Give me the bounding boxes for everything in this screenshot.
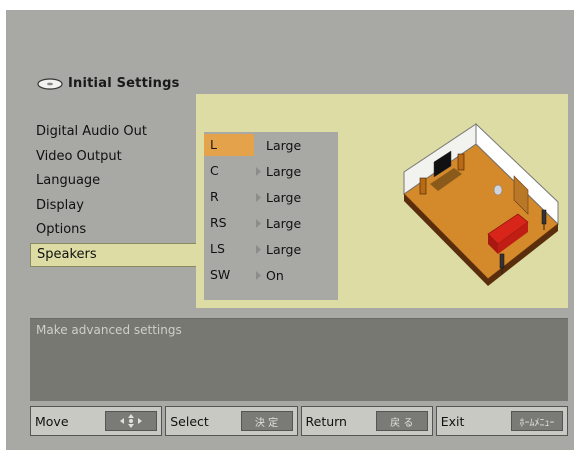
speaker-settings-list: L Large C Large R Large RS Large LS Larg…	[204, 132, 338, 300]
exit-hint[interactable]: Exit ﾎｰﾑﾒﾆｭｰ	[435, 406, 568, 436]
menu-item-digital-audio-out[interactable]: Digital Audio Out	[30, 120, 202, 145]
speaker-channel: L	[204, 134, 254, 156]
menu-item-display[interactable]: Display	[30, 194, 202, 219]
screen: Initial Settings Digital Audio Out Video…	[6, 10, 574, 450]
menu-item-speakers[interactable]: Speakers	[30, 242, 202, 267]
menu-item-options[interactable]: Options	[30, 218, 202, 243]
speaker-room-illustration	[396, 114, 566, 308]
page-title: Initial Settings	[68, 75, 180, 91]
speaker-row-l[interactable]: L Large	[204, 132, 338, 158]
speaker-row-c[interactable]: C Large	[204, 158, 338, 184]
speakers-panel: L Large C Large R Large RS Large LS Larg…	[196, 94, 568, 308]
speaker-channel: SW	[210, 267, 231, 282]
speaker-size-value: Large	[266, 241, 302, 257]
speaker-size-value: Large	[266, 215, 302, 231]
description-box: Make advanced settings	[30, 318, 568, 401]
speaker-channel: C	[210, 163, 219, 178]
return-label: Return	[305, 413, 347, 429]
speaker-channel: LS	[210, 241, 225, 256]
exit-key: ﾎｰﾑﾒﾆｭｰ	[511, 411, 563, 431]
header: Initial Settings	[36, 72, 180, 94]
speaker-row-sw[interactable]: SW On	[204, 262, 338, 288]
arrow-right-icon	[254, 270, 262, 280]
arrows-icon	[105, 411, 158, 431]
speaker-size-value: On	[266, 267, 284, 283]
disc-icon	[36, 74, 64, 92]
arrow-right-icon	[254, 166, 262, 176]
navigation-help-bar: Move Select 決 定 Return 戻 る Exit ﾎｰﾑﾒﾆｭｰ	[30, 406, 568, 436]
arrow-right-icon	[254, 192, 262, 202]
return-key: 戻 る	[375, 411, 428, 431]
menu-item-language[interactable]: Language	[30, 169, 202, 194]
arrow-right-icon	[254, 244, 262, 254]
menu-item-video-output[interactable]: Video Output	[30, 145, 202, 170]
speaker-channel: RS	[210, 215, 227, 230]
speaker-row-ls[interactable]: LS Large	[204, 236, 338, 262]
arrow-right-icon	[254, 218, 262, 228]
select-hint[interactable]: Select 決 定	[165, 406, 298, 436]
description-text: Make advanced settings	[36, 323, 182, 337]
exit-label: Exit	[440, 413, 465, 429]
settings-menu: Digital Audio Out Video Output Language …	[30, 120, 202, 267]
speaker-row-r[interactable]: R Large	[204, 184, 338, 210]
speaker-size-value: Large	[266, 163, 302, 179]
move-label: Move	[35, 413, 69, 429]
speaker-size-value: Large	[266, 137, 302, 153]
speaker-size-value: Large	[266, 189, 302, 205]
move-hint[interactable]: Move	[30, 406, 163, 436]
select-label: Select	[170, 413, 209, 429]
select-key: 決 定	[240, 411, 293, 431]
return-hint[interactable]: Return 戻 る	[300, 406, 433, 436]
speaker-row-rs[interactable]: RS Large	[204, 210, 338, 236]
speaker-channel: R	[210, 189, 219, 204]
